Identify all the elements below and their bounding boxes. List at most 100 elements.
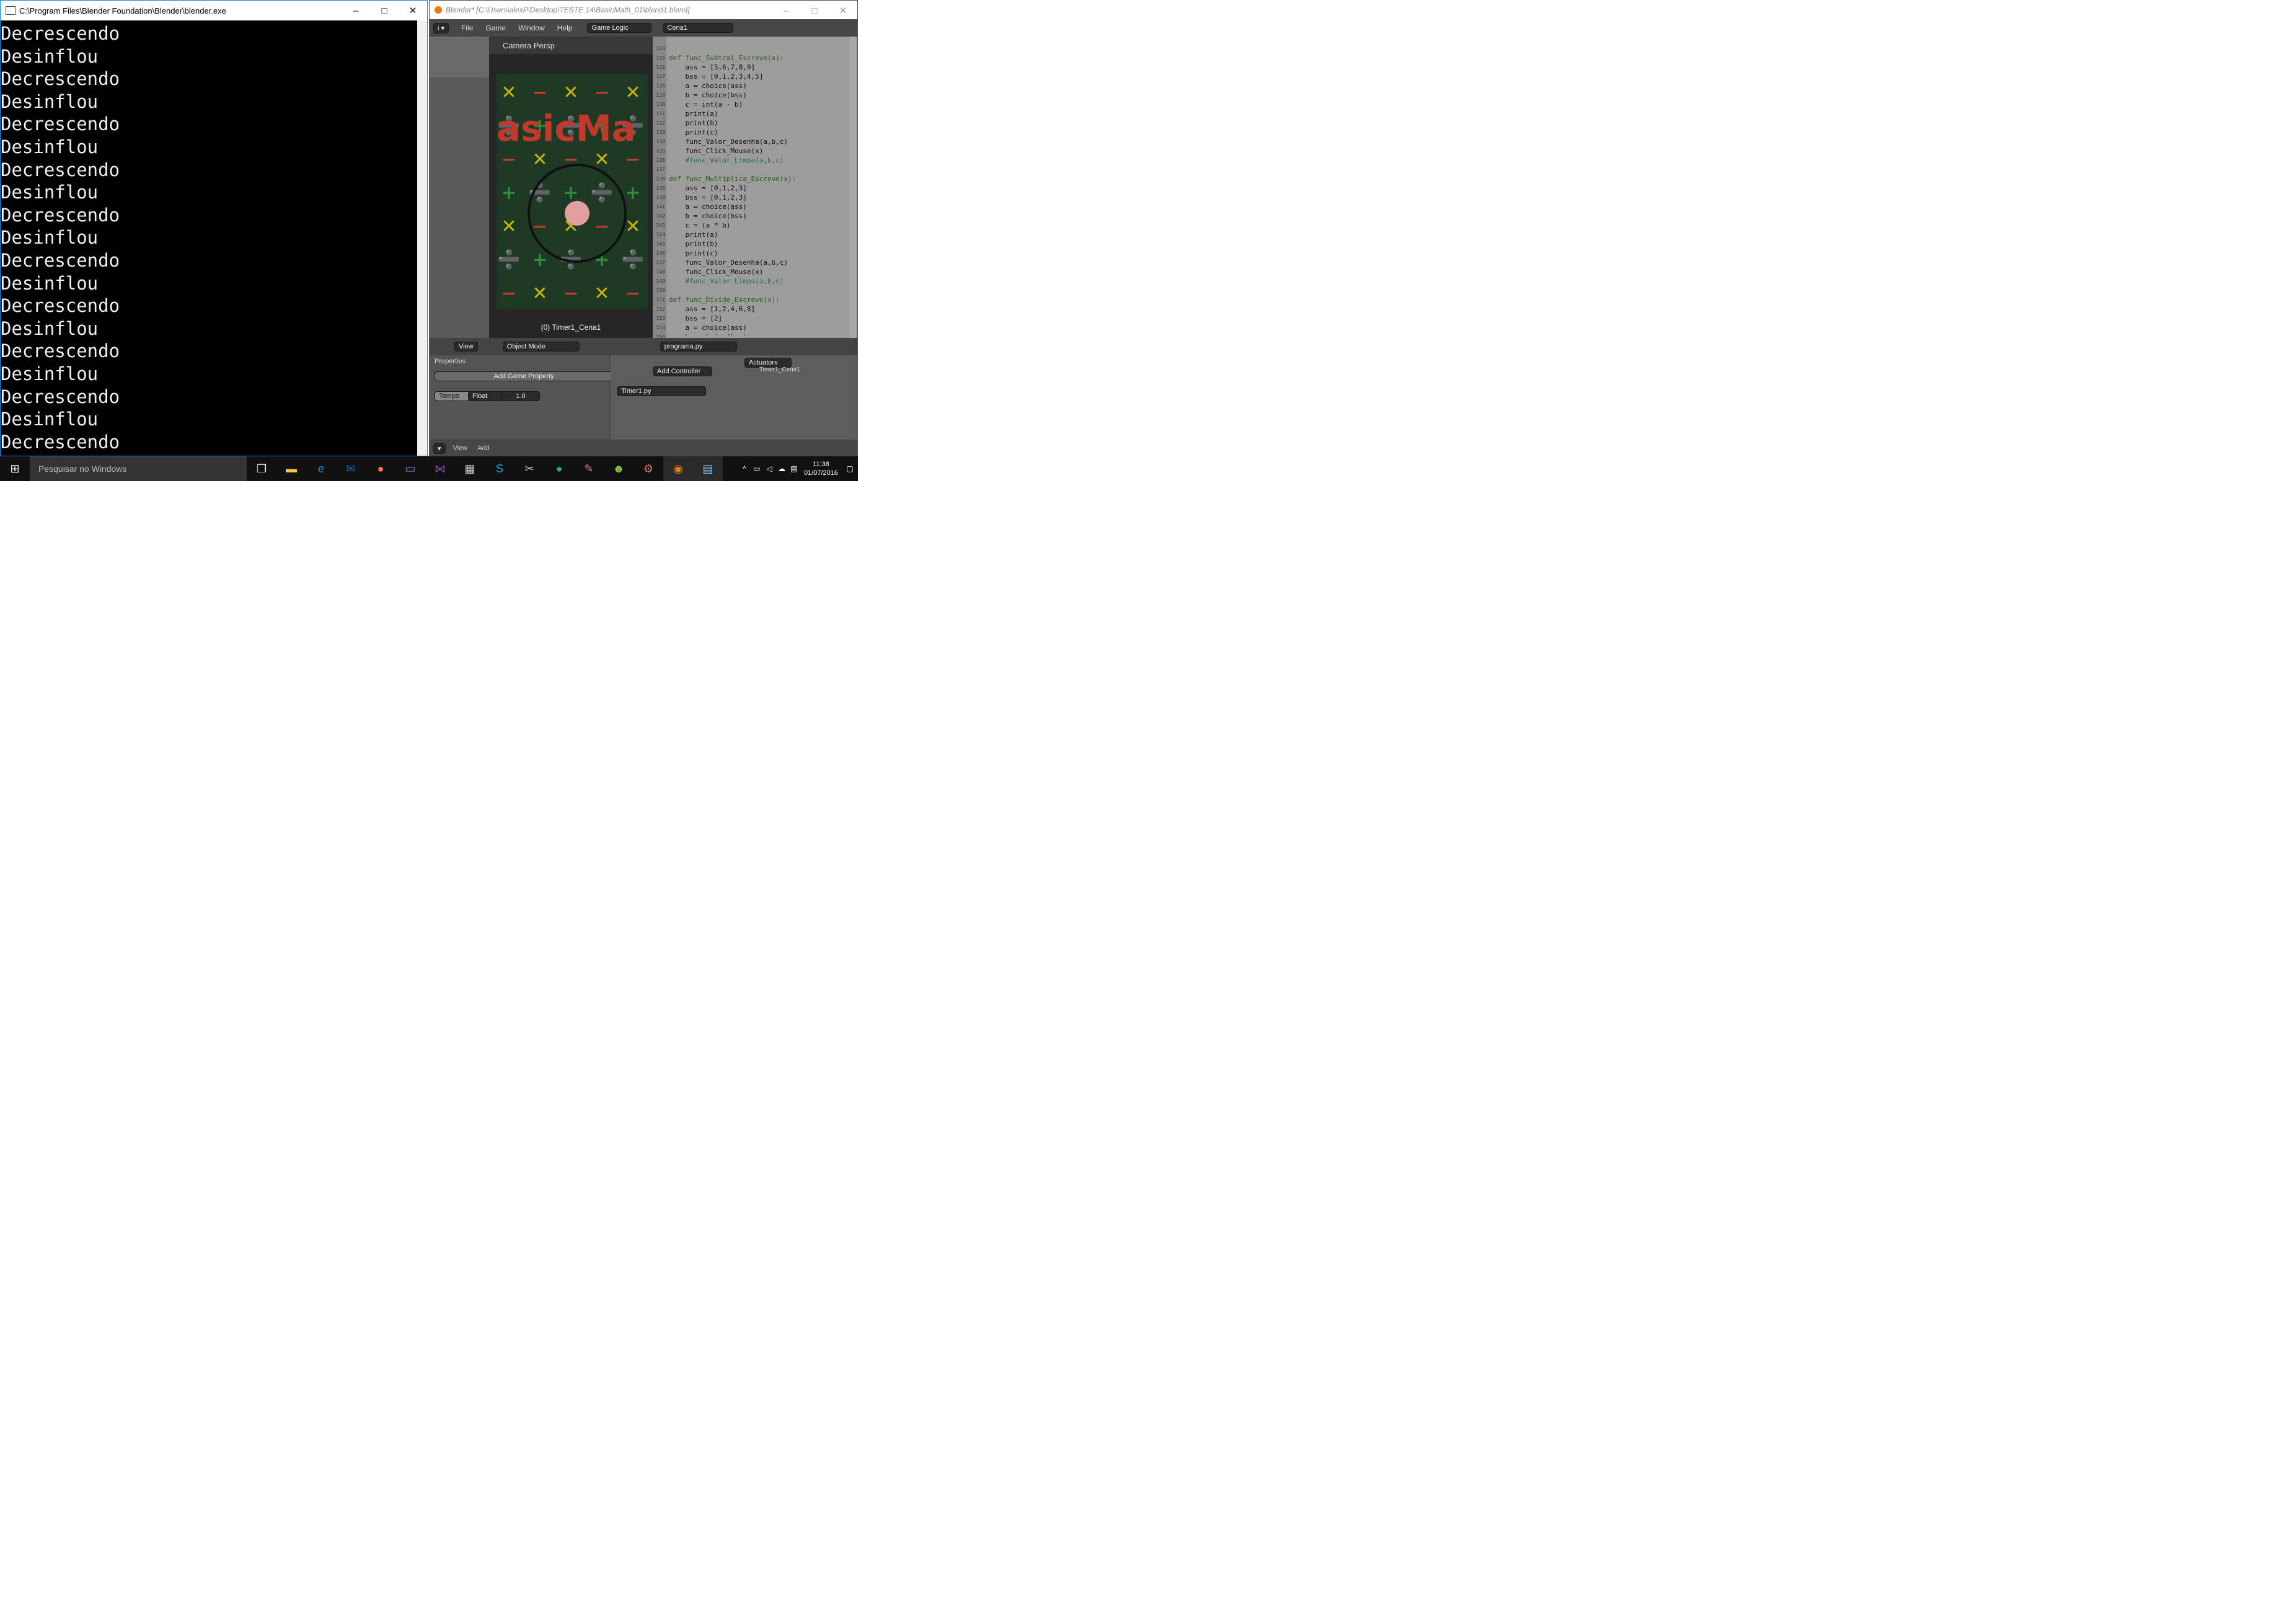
blender-menubar: i ▾ File Game Window Help Game Logic Cen… [430,19,857,37]
bottom-add-menu[interactable]: Add [477,445,490,452]
line-number: 131 [656,111,665,117]
snipping-tool-icon[interactable]: ✂ [514,456,544,481]
paint-icon[interactable]: ✎ [574,456,604,481]
menu-game[interactable]: Game [485,24,506,32]
math-symbol-tile: − [625,149,640,170]
console-line: Decrescendo [1,295,120,317]
line-number: 129 [656,92,665,98]
property-value-field[interactable]: 1.0 [501,391,540,401]
close-button[interactable]: ✕ [399,1,427,20]
code-line: print(b) [669,119,718,127]
console-window[interactable]: C:\Program Files\Blender Foundation\Blen… [0,0,428,456]
search-input[interactable]: Pesquisar no Windows [30,456,247,481]
skype-icon[interactable]: S [485,456,514,481]
add-controller-button[interactable]: Add Controller [653,366,712,376]
edge-browser-icon[interactable]: e [306,456,336,481]
calculator-icon[interactable]: ▦ [455,456,485,481]
math-symbol-tile: ➗ [621,249,644,271]
onedrive-icon[interactable]: ☁ [775,456,788,481]
properties-header[interactable]: Properties [435,358,466,365]
settings-gear-icon[interactable]: ⚙ [634,456,663,481]
visual-studio-icon[interactable]: ⋈ [425,456,455,481]
blender-taskbar-icon[interactable]: ◉ [663,456,693,481]
math-symbol-tile: ✕ [594,283,609,304]
show-hidden-icons-icon[interactable]: ^ [738,456,751,481]
code-line: a = choice(ass) [669,82,747,90]
bottom-view-menu[interactable]: View [453,445,468,452]
properties-panel[interactable]: Properties Add Game Property Tempo Float… [430,355,613,440]
mode-selector[interactable]: Object Mode [502,342,580,352]
console-line: Desinflou [1,272,99,294]
language-icon[interactable]: ▤ [788,456,800,481]
menu-window[interactable]: Window [518,24,545,32]
line-number: 134 [656,139,665,144]
console-line: Desinflou [1,363,99,384]
text-editor-scrollbar[interactable] [850,37,856,338]
console-taskbar-icon[interactable]: ▤ [693,456,723,481]
file-explorer-icon[interactable]: ▬ [276,456,306,481]
line-number: 124 [656,46,665,51]
console-line: Decrescendo [1,249,120,271]
view-menu[interactable]: View [454,342,478,352]
line-number: 132 [656,120,665,126]
notifications-icon[interactable]: ▢ [842,456,858,481]
text-editor[interactable]: 124 125 126 127 128 129 130 131 132 133 134 135 136 1… [653,37,857,340]
windows-start-icon[interactable]: ⊞ [0,456,30,481]
logic-bricks[interactable]: Add Controller Actuators Timer1_Cena1 Ti… [611,355,857,440]
math-symbol-tile: ➗ [590,182,613,204]
firefox-icon[interactable]: ● [366,456,395,481]
console-line: Desinflou [1,45,99,67]
line-number: 125 [656,55,665,61]
console-line: Desinflou [1,317,99,339]
scene-selector[interactable]: Cena1 [663,23,734,33]
blender-titlebar[interactable]: Blender* [C:\Users\alexP\Desktop\TESTE 1… [430,1,857,19]
line-number: 145 [656,241,665,247]
blender-window[interactable]: Blender* [C:\Users\alexP\Desktop\TESTE 1… [429,0,858,457]
logic-editor[interactable]: Properties Add Game Property Tempo Float… [430,355,857,440]
task-view-icon[interactable]: ❐ [247,456,276,481]
menu-help[interactable]: Help [557,24,573,32]
add-game-property-button[interactable]: Add Game Property [435,371,613,381]
code-line: c = (a * b) [669,221,731,229]
editor-type-icon[interactable]: i ▾ [433,22,449,33]
console-titlebar[interactable]: C:\Program Files\Blender Foundation\Blen… [1,1,427,20]
outlook-icon[interactable]: ✉ [336,456,366,481]
clock[interactable]: 11:38 01/07/2016 [804,460,838,477]
blender-title: Blender* [C:\Users\alexP\Desktop\TESTE 1… [446,6,690,14]
line-number: 142 [656,213,665,219]
network-icon[interactable]: ▭ [751,456,763,481]
line-number: 136 [656,157,665,163]
text-file-selector[interactable]: programa.py [660,342,737,352]
line-number: 133 [656,130,665,135]
math-symbol-tile: + [532,249,547,271]
property-name-field[interactable]: Tempo [435,391,473,401]
console-line: Decrescendo [1,113,120,135]
console-line: Desinflou [1,182,99,203]
menu-file[interactable]: File [461,24,473,32]
android-icon[interactable]: ☻ [604,456,634,481]
console-line: Decrescendo [1,68,120,90]
minimize-button[interactable]: – [772,1,800,20]
code-line: b = choice(bss) [669,332,849,335]
maximize-button[interactable]: □ [800,1,829,20]
console-scrollbar[interactable] [417,20,427,456]
math-symbol-tile: − [594,82,609,104]
bottom-editor-type-icon[interactable]: ▾ [433,443,446,454]
layout-selector[interactable]: Game Logic [587,23,652,33]
app-icon[interactable]: ▭ [395,456,425,481]
line-number: 138 [656,176,665,182]
line-number: 144 [656,232,665,237]
maximize-button[interactable]: □ [370,1,399,20]
volume-icon[interactable]: ◁ [763,456,775,481]
spotify-icon[interactable]: ● [544,456,574,481]
3d-viewport[interactable]: Camera Persp ✕ − ✕ − ✕ ➗ + ➗ + ➗ − ✕ − ✕ − + ➗ + ➗ + ✕ − ✕ − ✕ ➗ +… [489,37,653,338]
minimize-button[interactable]: – [342,1,370,20]
code-area[interactable]: def func_Subtrai_Escreve(x): ass = [5,6,… [669,44,849,335]
tool-shelf-header[interactable] [430,37,489,77]
tool-shelf[interactable] [430,37,489,338]
close-button[interactable]: ✕ [829,1,857,20]
math-symbol-tile: ✕ [532,149,547,170]
clock-date: 01/07/2016 [803,469,838,477]
script-field[interactable]: Timer1.py [617,386,706,396]
property-type-select[interactable]: Float [468,391,506,401]
